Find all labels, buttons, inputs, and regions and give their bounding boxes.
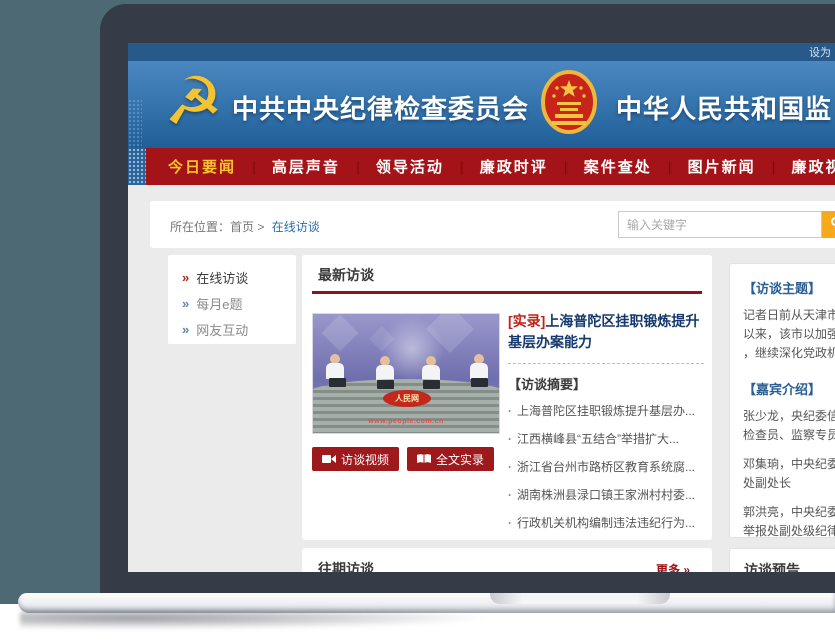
guest-line: 张少龙，央纪委信访 [743, 407, 835, 426]
guest-entry: 邓集珦，中央纪委信 处副处长 [743, 455, 835, 493]
search-input[interactable] [618, 211, 822, 238]
breadcrumb-label: 所在位置：首页 > [170, 220, 264, 234]
site-header: ☭ 中共中央纪律检查委员会 中华人民共和国监 [128, 61, 835, 148]
panel-title: 最新访谈 [318, 265, 374, 285]
halftone-dots-decoration [128, 99, 142, 148]
breadcrumb-bar: 所在位置：首页 > 在线访谈 [150, 201, 835, 248]
theme-line: 记者日前从天津市纪 [743, 306, 835, 325]
search-button[interactable] [822, 211, 835, 238]
page-background: 设为 ☭ 中共中央纪律检查委员会 [0, 0, 835, 643]
guest-line: 邓集珦，中央纪委信 [743, 455, 835, 474]
laptop-screen: 设为 ☭ 中共中央纪律检查委员会 [128, 43, 835, 572]
studio-laptop [377, 380, 394, 389]
photo-url: www.people.com.cn [313, 418, 499, 425]
summary-list: 上海普陀区挂职锻炼提升基层办... 江西横峰县“五结合”举措扩大... 浙江省台… [508, 404, 704, 530]
set-homepage-link[interactable]: 设为 [809, 44, 831, 60]
search-icon [831, 217, 835, 226]
site-title-secondary: 中华人民共和国监 [616, 89, 832, 126]
double-arrow-icon [182, 270, 189, 285]
video-button-label: 访谈视频 [341, 451, 389, 468]
studio-laptop [471, 378, 488, 387]
theme-heading: 【访谈主题】 [743, 278, 835, 297]
topbar: 设为 [128, 43, 835, 61]
dashed-divider [508, 363, 704, 364]
summary-item[interactable]: 上海普陀区挂职锻炼提升基层办... [508, 404, 704, 418]
guests-heading: 【嘉宾介绍】 [743, 379, 835, 398]
more-link[interactable]: 更多 » [656, 561, 690, 572]
sidebar-item-label: 在线访谈 [196, 268, 248, 287]
latest-interviews-panel: 最新访谈 人民网 www.peopl [302, 255, 712, 540]
studio-laptop [423, 380, 440, 389]
nav-corner-decoration [128, 148, 146, 185]
guest-line: 处副处长 [743, 474, 835, 493]
book-icon [417, 454, 431, 464]
laptop-frame: 设为 ☭ 中共中央纪律检查委员会 [100, 4, 835, 608]
theme-line: ，继续深化党政机关 [743, 344, 835, 363]
summary-item[interactable]: 江西横峰县“五结合”举措扩大... [508, 432, 704, 446]
base-notch [490, 593, 670, 604]
guest-line: 郭洪亮，中央纪委信 [743, 503, 835, 522]
nav-item-today-news[interactable]: 今日要闻 [168, 156, 272, 177]
guest-entry: 张少龙，央纪委信访 检查员、监察专员兼 [743, 407, 835, 445]
guest-line: 举报处副处级纪律检 [743, 522, 835, 541]
breadcrumb-current-link[interactable]: 在线访谈 [272, 220, 320, 234]
sidebar-item-online-interview[interactable]: 在线访谈 [168, 264, 296, 290]
summary-item[interactable]: 湖南株洲县渌口镇王家洲村村委... [508, 488, 704, 502]
sidebar-item-monthly-topic[interactable]: 每月e题 [168, 290, 296, 316]
nav-item-video[interactable]: 廉政视频 [792, 156, 835, 177]
nav-item-top-voices[interactable]: 高层声音 [272, 156, 376, 177]
double-arrow-icon [182, 322, 189, 337]
video-button[interactable]: 访谈视频 [312, 447, 399, 471]
summary-item[interactable]: 行政机关机构编制违法违纪行为... [508, 516, 704, 530]
double-arrow-icon [182, 296, 189, 311]
summary-item[interactable]: 浙江省台州市路桥区教育系统腐... [508, 460, 704, 474]
article-tag: [实录] [508, 313, 545, 329]
guest-line: 检查员、监察专员兼 [743, 426, 835, 445]
guest-entry: 郭洪亮，中央纪委信 举报处副处级纪律检 [743, 503, 835, 541]
interview-preview-panel: 访谈预告 [729, 548, 835, 572]
summary-heading: 【访谈摘要】 [508, 374, 704, 393]
studio-photo[interactable]: 人民网 www.people.com.cn [312, 313, 500, 434]
backdrop-decoration [322, 315, 359, 352]
sidebar-item-label: 网友互动 [196, 320, 248, 339]
national-emblem-icon [540, 70, 598, 141]
preview-panel-title: 访谈预告 [744, 560, 800, 572]
main-nav: 今日要闻 高层声音 领导活动 廉政时评 案件查处 图片新闻 廉政视频 [128, 148, 835, 185]
sidebar: 在线访谈 每月e题 网友互动 [168, 255, 296, 344]
theme-line: 以来，该市以加强作 [743, 325, 835, 344]
nav-item-commentary[interactable]: 廉政时评 [480, 156, 584, 177]
video-icon [322, 454, 336, 464]
breadcrumb: 所在位置：首页 > 在线访谈 [170, 218, 320, 235]
studio-laptop [329, 378, 346, 387]
article-title[interactable]: [实录]上海普陀区挂职锻炼提升基层办案能力 [508, 311, 704, 353]
nav-item-photo-news[interactable]: 图片新闻 [688, 156, 792, 177]
transcript-button[interactable]: 全文实录 [407, 447, 494, 471]
title-rule [312, 291, 702, 294]
transcript-button-label: 全文实录 [436, 451, 484, 468]
laptop-base [18, 593, 835, 613]
past-interviews-panel: 往期访谈 更多 » [302, 548, 712, 572]
base-shadow [20, 611, 540, 631]
photo-logo: 人民网 [383, 390, 431, 407]
interview-info-panel: 【访谈主题】 记者日前从天津市纪 以来，该市以加强作 ，继续深化党政机关 【嘉宾… [729, 263, 835, 538]
nav-item-leader-activity[interactable]: 领导活动 [376, 156, 480, 177]
sidebar-item-label: 每月e题 [196, 294, 242, 313]
past-panel-title: 往期访谈 [318, 559, 374, 572]
party-emblem-icon: ☭ [164, 65, 223, 137]
sidebar-item-netizen-interaction[interactable]: 网友互动 [168, 316, 296, 342]
nav-item-case-investigation[interactable]: 案件查处 [584, 156, 688, 177]
site-title-primary: 中共中央纪律检查委员会 [232, 89, 529, 126]
